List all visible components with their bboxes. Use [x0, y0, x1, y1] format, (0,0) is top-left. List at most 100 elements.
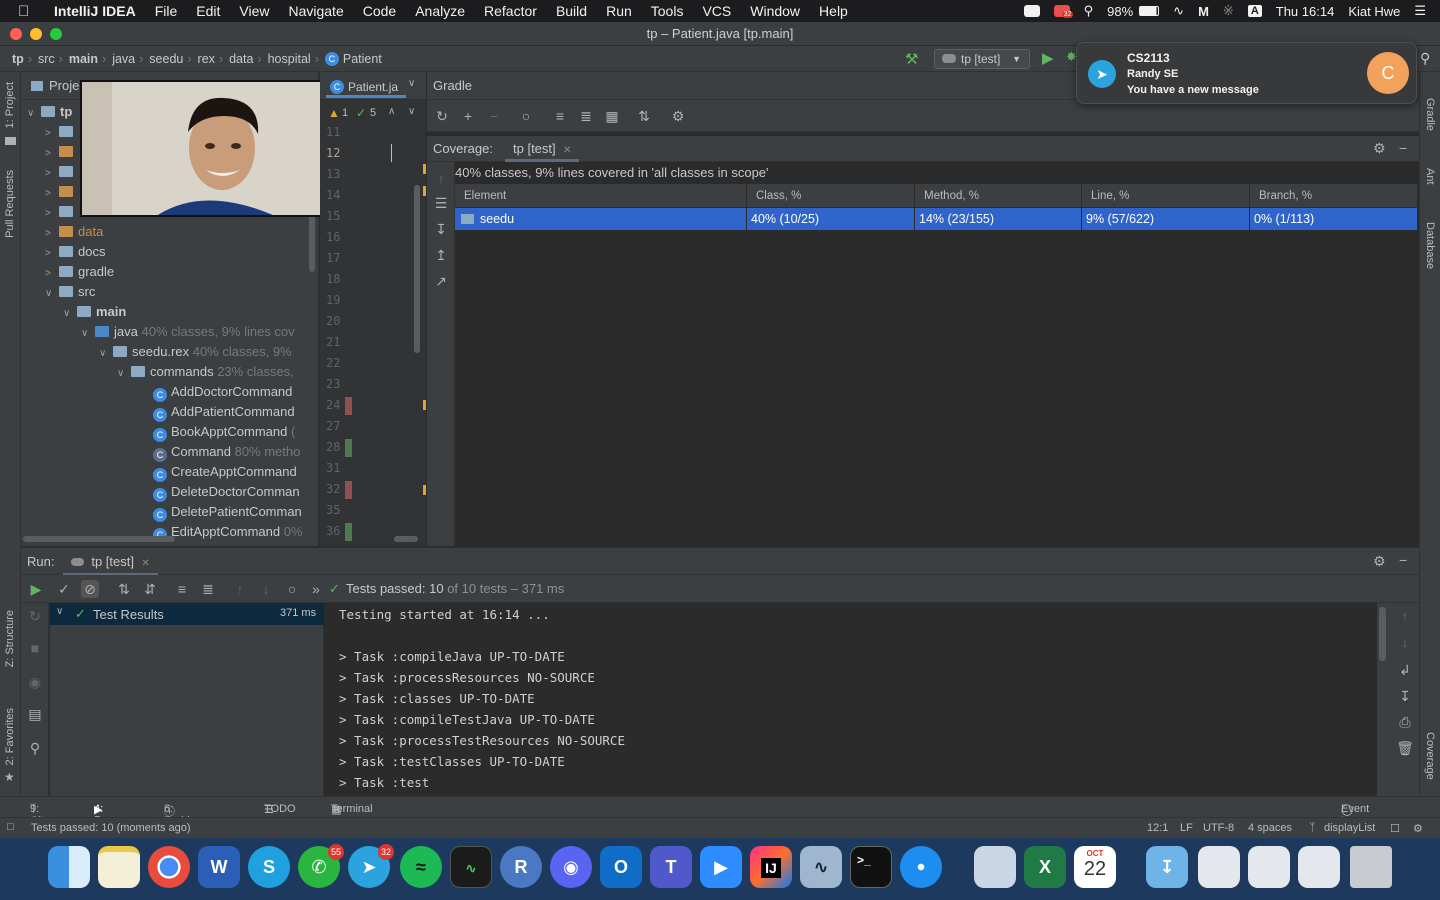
- menu-view[interactable]: View: [239, 3, 269, 19]
- menu-run[interactable]: Run: [606, 3, 632, 19]
- chevron-down-icon[interactable]: ∨: [56, 606, 63, 617]
- editor-tab-patient[interactable]: C Patient.ja: [326, 76, 406, 98]
- autoscroll-to-source-icon[interactable]: ↧: [432, 220, 450, 238]
- stop-icon[interactable]: ■: [26, 639, 44, 657]
- check-icon[interactable]: ✓: [356, 106, 366, 120]
- collapse-all-icon[interactable]: ≣: [577, 107, 595, 125]
- add-icon[interactable]: +: [459, 107, 477, 125]
- toggle-tool-windows-icon[interactable]: □: [7, 821, 14, 833]
- ant-tool-button[interactable]: Ant: [1424, 168, 1436, 185]
- preview-icon[interactable]: [974, 846, 1016, 888]
- menu-file[interactable]: File: [155, 3, 178, 19]
- export-icon[interactable]: ↗: [432, 272, 450, 290]
- toggle-offline-icon[interactable]: ⇅: [635, 107, 653, 125]
- minimize-window-button[interactable]: [30, 28, 42, 40]
- tree-item-data[interactable]: > data: [45, 222, 103, 242]
- chevron-down-icon[interactable]: ∨: [408, 78, 415, 89]
- collapse-all-icon[interactable]: ≣: [199, 580, 217, 598]
- structure-tool-button[interactable]: Z: Structure: [4, 610, 16, 667]
- wrench-icon[interactable]: ⚙: [669, 107, 687, 125]
- warning-stripe[interactable]: [423, 186, 426, 196]
- menu-edit[interactable]: Edit: [196, 3, 220, 19]
- tree-item-class[interactable]: C EditApptCommand 0%: [153, 522, 303, 542]
- gear-icon[interactable]: ⚙: [1373, 140, 1386, 157]
- zoom-icon[interactable]: [1023, 5, 1040, 17]
- tree-item-class[interactable]: C AddDoctorCommand: [153, 382, 292, 402]
- column-header-element[interactable]: Element: [455, 184, 747, 208]
- database-tool-button[interactable]: Database: [1424, 222, 1436, 269]
- chevron-right-icon[interactable]: >: [45, 264, 59, 284]
- tree-item-class[interactable]: C CreateApptCommand: [153, 462, 297, 482]
- project-tool-button[interactable]: 1: Project: [4, 82, 16, 128]
- document-stack-icon[interactable]: [1198, 846, 1240, 888]
- chevron-down-icon[interactable]: ∨: [117, 364, 131, 384]
- run-icon[interactable]: ▶: [1042, 49, 1054, 67]
- tree-item-collapsed[interactable]: >: [45, 162, 78, 182]
- table-cell-class[interactable]: 40% (10/25): [747, 208, 915, 230]
- scroll-to-end-icon[interactable]: ↧: [1396, 687, 1414, 705]
- gradle-elephant-icon[interactable]: ○: [283, 580, 301, 598]
- downloads-folder-icon[interactable]: ↧: [1146, 846, 1188, 888]
- chrome-icon[interactable]: [148, 846, 190, 888]
- menu-navigate[interactable]: Navigate: [288, 3, 343, 19]
- menu-vcs[interactable]: VCS: [702, 3, 731, 19]
- status-message[interactable]: Tests passed: 10 (moments ago): [31, 822, 191, 834]
- breadcrumb-tp[interactable]: tp: [12, 52, 24, 66]
- breadcrumb-src[interactable]: src: [38, 52, 55, 66]
- soft-wrap-icon[interactable]: ↲: [1396, 661, 1414, 679]
- notification-app-icon[interactable]: 32: [1053, 5, 1074, 18]
- arrow-up-icon[interactable]: ↑: [432, 170, 450, 188]
- menu-build[interactable]: Build: [556, 3, 587, 19]
- tree-item-docs[interactable]: > docs: [45, 242, 105, 262]
- sort-alpha-icon[interactable]: ⇅: [115, 580, 133, 598]
- tree-item-class[interactable]: C DeletePatientComman: [153, 502, 302, 522]
- tree-item-seedu-rex[interactable]: ∨ seedu.rex 40% classes, 9%: [99, 342, 292, 362]
- menu-code[interactable]: Code: [363, 3, 396, 19]
- warning-icon[interactable]: ▲: [328, 106, 340, 120]
- safari-icon[interactable]: [900, 846, 942, 888]
- chevron-right-icon[interactable]: >: [45, 204, 59, 224]
- project-scrollbar[interactable]: [309, 212, 315, 272]
- close-window-button[interactable]: [10, 28, 22, 40]
- trash-icon[interactable]: 🗑: [1396, 739, 1414, 757]
- discord-icon[interactable]: ◉: [550, 846, 592, 888]
- apple-icon[interactable]: : [18, 3, 36, 20]
- terminal-dock-icon[interactable]: >_: [850, 846, 892, 888]
- chevron-up-icon[interactable]: ∧: [388, 106, 395, 117]
- tree-item-class[interactable]: C BookApptCommand (: [153, 422, 295, 442]
- link-project-icon[interactable]: ▦: [603, 107, 621, 125]
- chevron-right-icon[interactable]: >: [45, 124, 59, 144]
- coverage-tab[interactable]: tp [test] ✕: [505, 136, 580, 162]
- tree-item-collapsed[interactable]: >: [45, 202, 78, 222]
- document-stack-icon[interactable]: [1298, 846, 1340, 888]
- gear-icon[interactable]: ⚙: [1373, 553, 1386, 570]
- calendar-icon[interactable]: OCT 22: [1074, 846, 1116, 888]
- tree-item-collapsed[interactable]: >: [45, 182, 78, 202]
- autoscroll-from-source-icon[interactable]: ↥: [432, 246, 450, 264]
- chevron-down-icon[interactable]: ∨: [408, 106, 415, 117]
- chevron-right-icon[interactable]: >: [45, 184, 59, 204]
- input-source-icon[interactable]: A: [1247, 5, 1262, 17]
- telegram-notification[interactable]: ➤ CS2113 Randy SE You have a new message…: [1076, 42, 1417, 104]
- arrow-down-icon[interactable]: ↓: [257, 580, 275, 598]
- tree-item-collapsed[interactable]: >: [45, 122, 78, 142]
- breadcrumb-rex[interactable]: rex: [198, 52, 215, 66]
- warning-stripe[interactable]: [423, 164, 426, 174]
- spotify-icon[interactable]: ≈: [400, 846, 442, 888]
- arrow-up-icon[interactable]: ↑: [1396, 607, 1414, 625]
- arrow-down-icon[interactable]: ↓: [1396, 633, 1414, 651]
- run-configuration-select[interactable]: tp [test] ▼: [934, 49, 1030, 69]
- tree-item-collapsed[interactable]: >: [45, 142, 78, 162]
- pull-requests-tool-button[interactable]: Pull Requests: [4, 170, 16, 238]
- chevron-down-icon[interactable]: ∨: [63, 304, 77, 324]
- battery-icon[interactable]: [1139, 6, 1160, 16]
- menubar-user[interactable]: Kiat Hwe: [1348, 4, 1400, 19]
- control-center-icon[interactable]: ☰: [1414, 3, 1426, 19]
- breadcrumb-hospital[interactable]: hospital: [268, 52, 311, 66]
- breadcrumb-main[interactable]: main: [69, 52, 98, 66]
- menu-help[interactable]: Help: [819, 3, 848, 19]
- table-cell-branch[interactable]: 0% (1/113): [1250, 208, 1418, 230]
- excel-icon[interactable]: X: [1024, 846, 1066, 888]
- tree-item-src[interactable]: ∨ src: [45, 282, 95, 302]
- layout-icon[interactable]: ▤: [26, 705, 44, 723]
